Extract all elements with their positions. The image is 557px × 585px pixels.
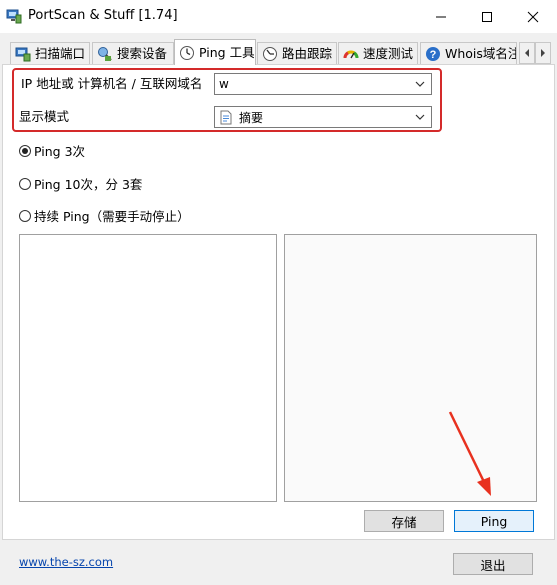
traceroute-icon [263, 46, 277, 61]
option-ping-continuous[interactable]: 持续 Ping（需要手动停止） [19, 206, 190, 225]
speedtest-icon [343, 50, 359, 58]
tab-speedtest[interactable]: 速度测试 [338, 42, 418, 64]
radio-button[interactable] [19, 177, 31, 190]
whois-help-icon: ? [426, 46, 440, 61]
option-label: Ping 10次，分 3套 [34, 177, 143, 192]
close-button[interactable] [510, 0, 556, 33]
minimize-button[interactable] [418, 0, 464, 33]
tab-whois[interactable]: ? Whois域名注 [420, 42, 517, 64]
option-label: Ping 3次 [34, 144, 86, 159]
search-devices-icon [98, 46, 112, 61]
tab-scroll-buttons [519, 42, 551, 64]
chevron-right-icon [541, 49, 545, 57]
maximize-button[interactable] [464, 0, 510, 33]
website-link[interactable]: www.the-sz.com [19, 555, 113, 569]
exit-button[interactable]: 退出 [453, 553, 533, 575]
save-button[interactable]: 存储 [364, 510, 444, 532]
tab-label: 路由跟踪 [282, 45, 333, 61]
tab-label: 速度测试 [363, 45, 414, 61]
svg-text:?: ? [430, 49, 437, 61]
window-title: PortScan & Stuff [1.74] [28, 8, 178, 23]
tab-scroll-right-button[interactable] [535, 42, 551, 64]
tab-ping-tool[interactable]: Ping 工具 [174, 39, 256, 65]
tab-scroll-left-button[interactable] [519, 42, 535, 64]
annotation-arrow [448, 411, 491, 496]
minimize-icon [436, 16, 446, 17]
radio-button[interactable] [19, 144, 31, 157]
tab-label: 扫描端口 [35, 45, 86, 61]
app-icon [6, 8, 22, 24]
chevron-left-icon [525, 49, 529, 57]
ping-tool-icon [180, 45, 194, 60]
option-label: 持续 Ping（需要手动停止） [34, 209, 190, 224]
radio-button[interactable] [19, 209, 31, 222]
tab-traceroute[interactable]: 路由跟踪 [257, 42, 337, 64]
ping-results-list[interactable] [19, 234, 277, 502]
scan-ports-icon [15, 47, 31, 61]
tab-label: Whois域名注 [445, 45, 517, 61]
tab-search-devices[interactable]: 搜索设备 [92, 42, 174, 64]
tab-scan-ports[interactable]: 扫描端口 [10, 42, 90, 64]
option-ping-10[interactable]: Ping 10次，分 3套 [19, 174, 142, 193]
tab-label: Ping 工具 [199, 44, 255, 60]
ping-button[interactable]: Ping [454, 510, 534, 532]
maximize-icon [482, 11, 492, 22]
close-icon [527, 11, 539, 22]
option-ping-3[interactable]: Ping 3次 [19, 141, 85, 160]
tab-label: 搜索设备 [117, 45, 168, 61]
annotation-highlight-box [12, 68, 442, 132]
